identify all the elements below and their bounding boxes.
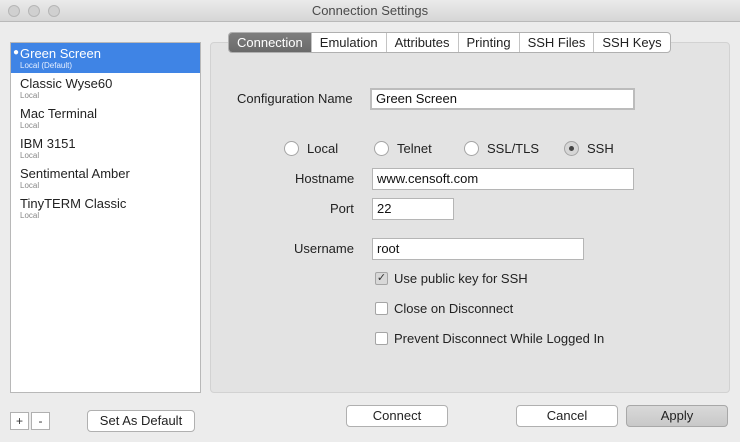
profile-name: Green Screen bbox=[20, 46, 101, 61]
radio-label: SSH bbox=[587, 141, 614, 156]
title-bar: Connection Settings bbox=[0, 0, 740, 22]
profile-item-mac-terminal[interactable]: Mac Terminal Local bbox=[11, 103, 200, 133]
radio-button-icon bbox=[464, 141, 479, 156]
radio-label: Local bbox=[307, 141, 339, 156]
use-public-key-checkbox[interactable]: ✓ Use public key for SSH bbox=[375, 271, 528, 286]
profile-name: Sentimental Amber bbox=[20, 166, 130, 181]
radio-label: SSL/TLS bbox=[487, 141, 540, 156]
set-as-default-button[interactable]: Set As Default bbox=[87, 410, 195, 432]
radio-ssl-tls[interactable]: SSL/TLS bbox=[464, 141, 539, 156]
checkbox-box bbox=[375, 332, 388, 345]
tab-printing[interactable]: Printing bbox=[457, 33, 519, 52]
profile-subtitle: Local bbox=[20, 211, 40, 220]
close-on-disconnect-checkbox[interactable]: Close on Disconnect bbox=[375, 301, 513, 316]
radio-local[interactable]: Local bbox=[284, 141, 338, 156]
checkbox-label: Use public key for SSH bbox=[394, 271, 528, 286]
profile-name: IBM 3151 bbox=[20, 136, 76, 151]
checkbox-label: Close on Disconnect bbox=[394, 301, 514, 316]
default-bullet-icon: ● bbox=[13, 47, 20, 58]
add-profile-button[interactable]: + bbox=[10, 412, 29, 430]
profile-name: TinyTERM Classic bbox=[20, 196, 127, 211]
remove-profile-button[interactable]: - bbox=[31, 412, 50, 430]
profile-item-ibm-3151[interactable]: IBM 3151 Local bbox=[11, 133, 200, 163]
radio-telnet[interactable]: Telnet bbox=[374, 141, 432, 156]
profile-name: Classic Wyse60 bbox=[20, 76, 113, 91]
profile-list: ● Green Screen Local (Default) Classic W… bbox=[10, 42, 201, 393]
radio-button-icon bbox=[284, 141, 299, 156]
profile-item-green-screen[interactable]: ● Green Screen Local (Default) bbox=[11, 43, 200, 73]
radio-label: Telnet bbox=[397, 141, 432, 156]
username-label: Username bbox=[294, 241, 354, 256]
tab-emulation[interactable]: Emulation bbox=[310, 33, 386, 52]
radio-ssh[interactable]: SSH bbox=[564, 141, 614, 156]
apply-button[interactable]: Apply bbox=[626, 405, 728, 427]
cancel-button[interactable]: Cancel bbox=[516, 405, 618, 427]
settings-tabs: Connection Emulation Attributes Printing… bbox=[228, 32, 671, 53]
tab-connection[interactable]: Connection bbox=[229, 33, 311, 52]
connect-button[interactable]: Connect bbox=[346, 405, 448, 427]
username-field[interactable]: root bbox=[372, 238, 584, 260]
hostname-label: Hostname bbox=[295, 171, 355, 186]
profile-subtitle: Local (Default) bbox=[20, 61, 73, 70]
profile-item-tinyterm-classic[interactable]: TinyTERM Classic Local bbox=[11, 193, 200, 223]
prevent-disconnect-checkbox[interactable]: Prevent Disconnect While Logged In bbox=[375, 331, 604, 346]
profile-subtitle: Local bbox=[20, 121, 40, 130]
port-field[interactable]: 22 bbox=[372, 198, 454, 220]
tab-attributes[interactable]: Attributes bbox=[385, 33, 458, 52]
radio-button-selected-icon bbox=[564, 141, 579, 156]
config-name-field[interactable]: Green Screen bbox=[370, 88, 635, 110]
profile-item-classic-wyse60[interactable]: Classic Wyse60 Local bbox=[11, 73, 200, 103]
hostname-field[interactable]: www.censoft.com bbox=[372, 168, 634, 190]
config-name-label: Configuration Name bbox=[237, 91, 353, 106]
window-title: Connection Settings bbox=[311, 3, 429, 18]
profile-item-sentimental-amber[interactable]: Sentimental Amber Local bbox=[11, 163, 200, 193]
checkbox-label: Prevent Disconnect While Logged In bbox=[394, 331, 605, 346]
tab-ssh-files[interactable]: SSH Files bbox=[518, 33, 594, 52]
port-label: Port bbox=[330, 201, 354, 216]
radio-button-icon bbox=[374, 141, 389, 156]
tab-ssh-keys[interactable]: SSH Keys bbox=[593, 33, 669, 52]
checkmark-icon: ✓ bbox=[375, 272, 388, 285]
profile-subtitle: Local bbox=[20, 91, 40, 100]
profile-subtitle: Local bbox=[20, 181, 40, 190]
profile-name: Mac Terminal bbox=[20, 106, 98, 121]
checkbox-box bbox=[375, 302, 388, 315]
profile-subtitle: Local bbox=[20, 151, 40, 160]
